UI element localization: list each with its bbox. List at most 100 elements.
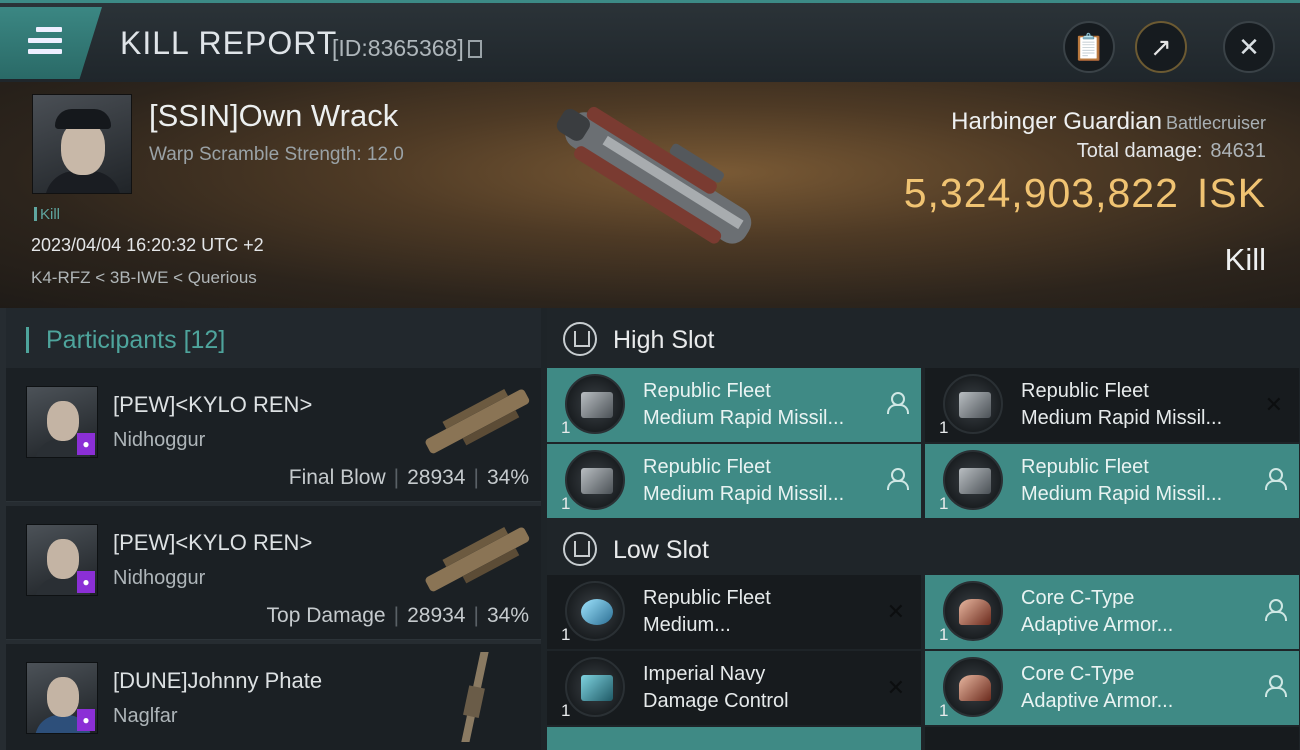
missile-launcher-icon (565, 450, 625, 510)
page-title: KILL REPORT (120, 25, 338, 61)
module-slot[interactable]: 1 Republic Fleet Medium Rapid Missil... … (925, 368, 1299, 442)
participant-ship-image (425, 388, 530, 454)
module-quantity: 1 (939, 625, 949, 644)
missile-launcher-icon (943, 450, 1003, 510)
participant-row[interactable]: ● [PEW]<KYLO REN> Nidhoggur Final Blow | 2… (6, 368, 541, 502)
victim-avatar[interactable] (32, 94, 132, 194)
menu-button[interactable] (0, 7, 102, 79)
module-name-line1: Core C-Type (1021, 663, 1135, 685)
low-slot-icon (563, 532, 597, 566)
dropped-icon (1265, 675, 1287, 703)
module-name-line2: Medium... (643, 614, 731, 636)
share-button[interactable]: ↗ (1135, 21, 1187, 73)
total-damage-value: 84631 (1210, 140, 1266, 162)
participant-avatar: ● (26, 386, 98, 458)
participants-title: Participants [12] (46, 326, 225, 355)
module-slot[interactable]: 1 Republic Fleet Medium Rapid Missil... (547, 444, 921, 518)
module-quantity: 1 (939, 701, 949, 720)
participant-row[interactable]: ● [PEW]<KYLO REN> Nidhoggur Top Damage | 2… (6, 506, 541, 640)
module-slot[interactable]: 1 Core C-Type Adaptive Armor... (925, 575, 1299, 649)
menu-icon (28, 27, 62, 60)
module-name-line1: Republic Fleet (1021, 456, 1149, 478)
kill-datetime: 2023/04/04 16:20:32 UTC +2 (31, 235, 264, 255)
dropped-icon (1265, 468, 1287, 496)
clipboard-button[interactable]: 📋 (1063, 21, 1115, 73)
module-quantity: 1 (561, 701, 571, 720)
report-id: [ID:8365368] (332, 35, 482, 62)
ship-role-icon: ● (77, 433, 95, 455)
fitting-panel: High Slot 1 Republic Fleet Medium Rapid … (541, 308, 1300, 750)
participant-avatar: ● (26, 524, 98, 596)
participants-count: [12] (183, 326, 226, 354)
module-name-line2: Medium Rapid Missil... (1021, 483, 1223, 505)
clipboard-icon: 📋 (1072, 31, 1106, 62)
module-name-line1: Republic Fleet (643, 587, 771, 609)
isk-value: 5,324,903,822 ISK (904, 170, 1266, 217)
module-slot[interactable]: 1 Republic Fleet Medium... ✕ (547, 575, 921, 649)
dropped-icon (887, 392, 909, 420)
participant-ship: Nidhoggur (113, 567, 206, 589)
module-name-line1: Republic Fleet (643, 380, 771, 402)
stat-damage: 28934 (407, 466, 466, 489)
high-slot-header: High Slot (547, 308, 1300, 368)
participant-stats: Top Damage | 28934 | 34% (266, 604, 529, 627)
module-slot[interactable]: 1 Imperial Navy Damage Control ✕ (547, 651, 921, 725)
participants-label: Participants (46, 326, 177, 354)
close-button[interactable]: ✕ (1223, 21, 1275, 73)
participant-ship: Naglfar (113, 705, 178, 727)
kill-location[interactable]: K4-RFZ < 3B-IWE < Querious (31, 268, 257, 288)
report-id-text: [ID:8365368] (332, 35, 464, 61)
module-slot[interactable]: 1 Republic Fleet Medium Rapid Missil... (547, 368, 921, 442)
module-slot[interactable]: 1 Core C-Type Adaptive Armor... (925, 651, 1299, 725)
module-slot-partial[interactable] (547, 727, 921, 750)
participants-panel: Participants [12] ● [PEW]<KYLO REN> Nidh… (0, 308, 541, 750)
high-slot-icon (563, 322, 597, 356)
ship-role-icon: ● (77, 571, 95, 593)
module-name-line2: Adaptive Armor... (1021, 690, 1174, 712)
victim-ship-name[interactable]: Harbinger Guardian Battlecruiser (951, 108, 1266, 136)
participant-ship-image (461, 652, 489, 742)
victim-ship-image[interactable] (530, 98, 780, 268)
kill-result: Kill (1224, 242, 1266, 277)
participant-row[interactable]: ● [DUNE]Johnny Phate Naglfar (6, 644, 541, 750)
shield-extender-icon (565, 581, 625, 641)
kill-tag: Kill (34, 206, 60, 223)
dropped-icon (1265, 599, 1287, 627)
low-slot-header: Low Slot (547, 518, 1300, 578)
ship-role-icon: ● (77, 709, 95, 731)
armor-hardener-icon (943, 581, 1003, 641)
damage-control-icon (565, 657, 625, 717)
missile-launcher-icon (565, 374, 625, 434)
dropped-icon (887, 468, 909, 496)
module-name-line1: Core C-Type (1021, 587, 1135, 609)
share-icon: ↗ (1150, 31, 1172, 62)
module-name-line2: Damage Control (643, 690, 789, 712)
destroyed-icon: ✕ (886, 599, 905, 624)
module-quantity: 1 (939, 494, 949, 513)
warp-scramble-strength: Warp Scramble Strength: 12.0 (149, 144, 404, 165)
module-name-line2: Adaptive Armor... (1021, 614, 1174, 636)
participants-header: Participants [12] (6, 308, 541, 368)
module-quantity: 1 (561, 625, 571, 644)
module-name-line1: Republic Fleet (1021, 380, 1149, 402)
close-icon: ✕ (1238, 31, 1260, 62)
top-bar: KILL REPORT [ID:8365368] 📋 ↗ ✕ (0, 0, 1300, 82)
ship-class: Battlecruiser (1165, 113, 1266, 133)
module-quantity: 1 (939, 418, 949, 437)
ship-type: Harbinger Guardian (951, 108, 1162, 135)
module-name-line1: Imperial Navy (643, 663, 766, 685)
total-damage-label: Total damage: (1076, 140, 1203, 162)
destroyed-icon: ✕ (1264, 392, 1283, 417)
copy-icon[interactable] (467, 40, 482, 58)
stat-percent: 34% (486, 604, 529, 627)
low-slot-title: Low Slot (613, 536, 709, 564)
participant-stats: Final Blow | 28934 | 34% (288, 466, 529, 489)
participant-name: [PEW]<KYLO REN> (113, 392, 313, 417)
high-slot-title: High Slot (613, 326, 715, 354)
stat-percent: 34% (486, 466, 529, 489)
module-quantity: 1 (561, 494, 571, 513)
victim-name[interactable]: [SSIN]Own Wrack (149, 98, 398, 134)
module-name-line1: Republic Fleet (643, 456, 771, 478)
module-slot-partial[interactable] (925, 727, 1299, 750)
module-slot[interactable]: 1 Republic Fleet Medium Rapid Missil... (925, 444, 1299, 518)
